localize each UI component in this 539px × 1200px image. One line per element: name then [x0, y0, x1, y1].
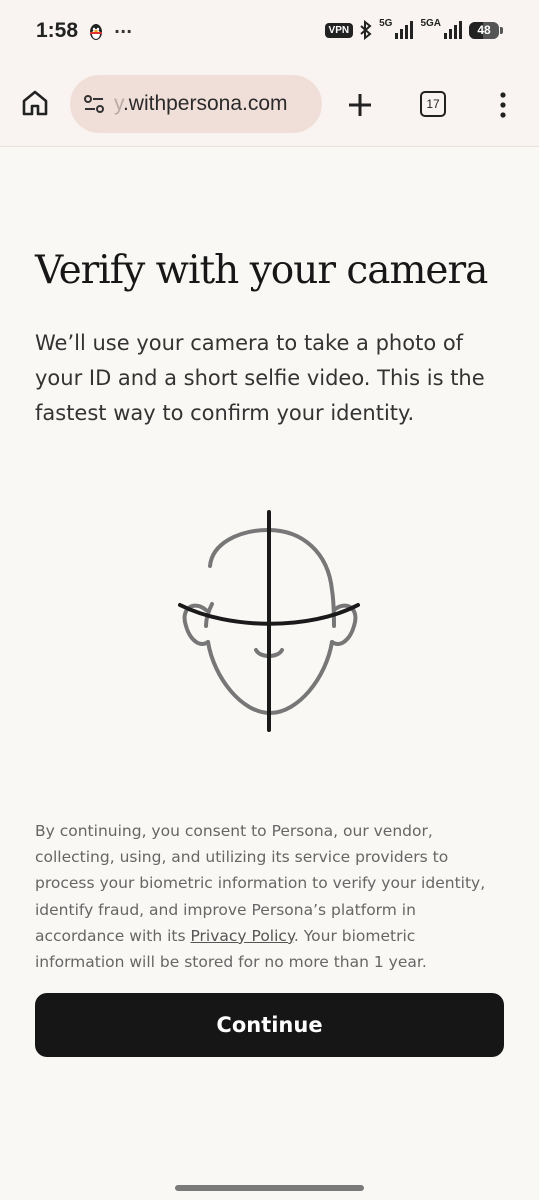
- network-5g-label: 5G: [379, 18, 393, 29]
- continue-button[interactable]: Continue: [35, 993, 504, 1057]
- battery-tip: [500, 26, 503, 34]
- url-domain: .withpersona.com: [122, 92, 288, 115]
- url-faded-part: y: [114, 92, 123, 115]
- browser-toolbar: y.withpersona.com 17: [0, 62, 539, 147]
- status-bar: 1:58 ··· VPN 5G 5GA 48: [0, 0, 539, 62]
- home-icon[interactable]: [20, 88, 50, 118]
- battery-icon: 48: [469, 21, 499, 39]
- bluetooth-icon: [360, 20, 372, 40]
- site-settings-icon[interactable]: [82, 92, 106, 116]
- status-left-icons: ···: [88, 22, 132, 41]
- status-right: VPN 5G 5GA 48: [324, 18, 503, 40]
- vpn-badge: VPN: [324, 22, 354, 38]
- url-text[interactable]: y.withpersona.com: [114, 92, 288, 116]
- page-description: We’ll use your camera to take a photo of…: [35, 331, 485, 425]
- page-title: Verify with your camera: [35, 248, 488, 293]
- face-scan-illustration: [178, 510, 360, 732]
- status-time: 1:58: [36, 19, 79, 42]
- more-menu-icon[interactable]: [494, 90, 512, 120]
- tab-switcher-button[interactable]: 17: [420, 91, 446, 117]
- signal-icon: [395, 21, 414, 39]
- home-gesture-bar[interactable]: [175, 1185, 364, 1191]
- network-5ga-label: 5GA: [420, 18, 441, 29]
- new-tab-icon[interactable]: [346, 91, 374, 119]
- address-bar[interactable]: y.withpersona.com: [70, 75, 322, 133]
- more-notifications-icon: ···: [114, 22, 133, 41]
- signal-icon-2: [444, 21, 462, 39]
- consent-text: By continuing, you consent to Persona, o…: [35, 818, 507, 975]
- qq-penguin-icon: [90, 23, 102, 40]
- privacy-policy-link[interactable]: Privacy Policy: [190, 927, 293, 945]
- battery-level: 48: [477, 23, 491, 37]
